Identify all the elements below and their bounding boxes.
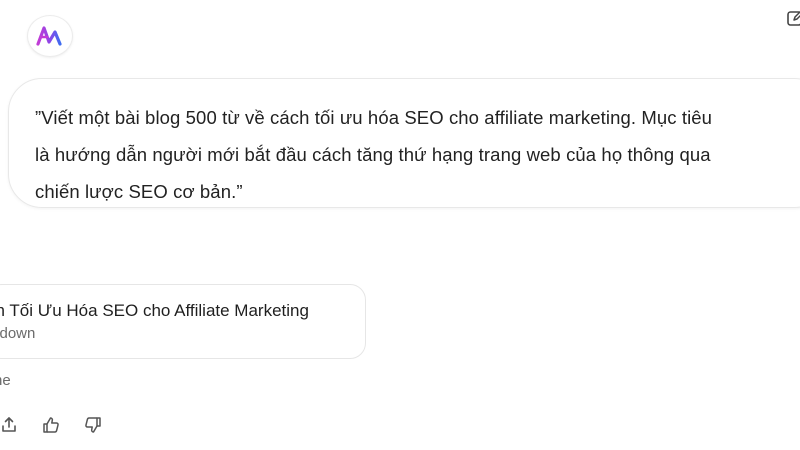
document-type: rkdown xyxy=(0,325,36,342)
chat-page: ”Viết một bài blog 500 từ về cách tối ưu… xyxy=(0,0,800,450)
document-title: ch Tối Ưu Hóa SEO cho Affiliate Marketin… xyxy=(0,301,309,320)
share-icon xyxy=(2,417,16,432)
user-prompt-text: ”Viết một bài blog 500 từ về cách tối ưu… xyxy=(35,107,713,202)
status-text: ne xyxy=(0,372,11,389)
assistant-logo-icon xyxy=(36,26,62,46)
thumbs-down-icon xyxy=(85,417,101,433)
edit-icon[interactable] xyxy=(786,8,800,28)
thumbs-down-button[interactable] xyxy=(82,414,104,436)
assistant-logo xyxy=(28,16,72,56)
thumbs-up-icon xyxy=(43,417,59,433)
thumbs-up-button[interactable] xyxy=(40,414,62,436)
share-button[interactable] xyxy=(0,414,20,436)
user-prompt-bubble: ”Viết một bài blog 500 từ về cách tối ưu… xyxy=(8,78,800,208)
document-card[interactable]: ch Tối Ưu Hóa SEO cho Affiliate Marketin… xyxy=(0,284,366,359)
